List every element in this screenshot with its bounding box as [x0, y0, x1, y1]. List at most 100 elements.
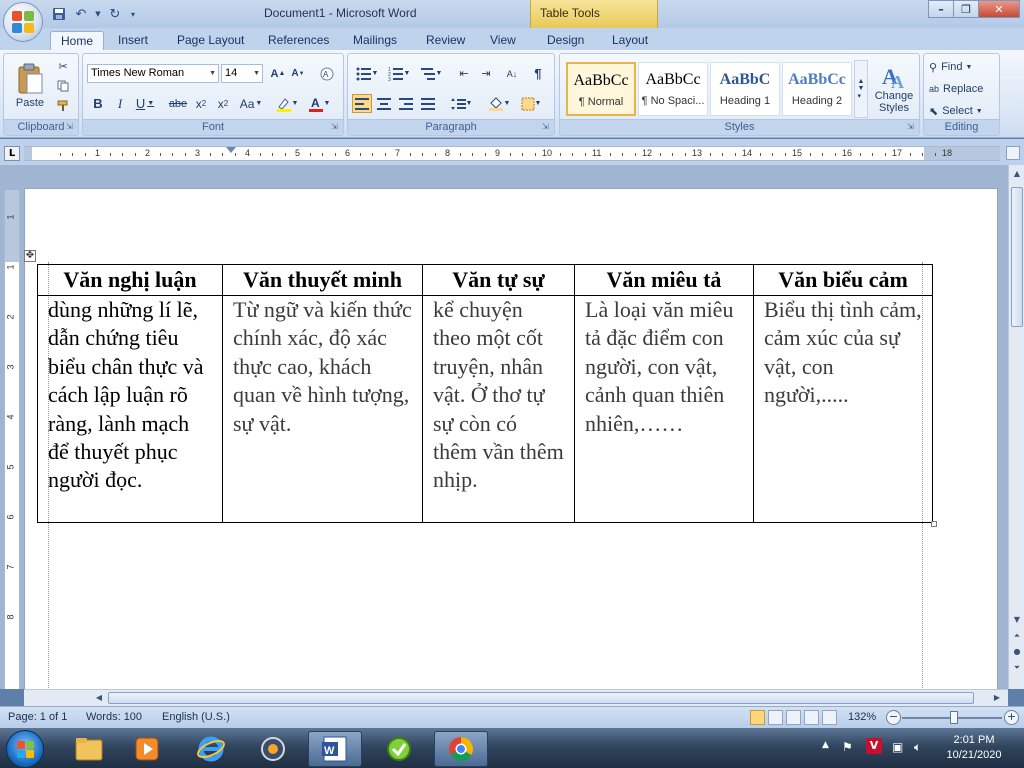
zoom-in-icon[interactable]: +: [1004, 710, 1019, 725]
customize-qat-icon[interactable]: ▾: [128, 5, 138, 23]
multilevel-list-button[interactable]: ▼: [416, 64, 446, 83]
table-header-cell[interactable]: Văn biểu cảm: [753, 264, 933, 296]
draft-view-icon[interactable]: [822, 710, 837, 725]
horizontal-scrollbar[interactable]: ◀ ▶: [24, 689, 1008, 706]
close-button[interactable]: ✕: [978, 0, 1020, 18]
italic-button[interactable]: I: [111, 94, 129, 113]
view-ruler-icon[interactable]: [1006, 146, 1020, 160]
change-case-button[interactable]: Aa ▼: [237, 94, 265, 113]
undo-dropdown-icon[interactable]: ▼: [94, 5, 102, 23]
start-button[interactable]: [6, 730, 44, 768]
justify-button[interactable]: [418, 94, 438, 113]
tab-stop-selector[interactable]: L: [4, 146, 20, 161]
scroll-up-icon[interactable]: ▲: [1011, 167, 1023, 181]
save-icon[interactable]: [50, 5, 68, 23]
shrink-font-icon[interactable]: A ▼: [289, 64, 307, 83]
network-icon[interactable]: ▣: [892, 740, 903, 754]
action-center-flag-icon[interactable]: ⚑: [842, 740, 853, 754]
scroll-right-icon[interactable]: ▶: [990, 691, 1004, 705]
style-heading-2[interactable]: AaBbCc Heading 2: [782, 62, 852, 116]
vertical-ruler[interactable]: 1 1 2 3 4 5 6 7 8: [4, 190, 20, 689]
show-formatting-marks-icon[interactable]: ¶: [528, 64, 548, 83]
zoom-out-icon[interactable]: −: [886, 710, 901, 725]
microsoft-word-icon[interactable]: W: [308, 731, 362, 767]
system-clock[interactable]: 2:01 PM 10/21/2020: [934, 733, 1014, 763]
volume-icon[interactable]: 🔈︎: [914, 740, 921, 755]
line-spacing-button[interactable]: ▼: [446, 94, 476, 113]
table-header-cell[interactable]: Văn miêu tả: [574, 264, 754, 296]
tab-references[interactable]: References: [268, 31, 329, 50]
decrease-indent-icon[interactable]: ⇤: [454, 64, 474, 83]
align-left-button[interactable]: [352, 94, 372, 113]
web-layout-view-icon[interactable]: [786, 710, 801, 725]
tab-design[interactable]: Design: [547, 31, 584, 50]
table-move-handle-icon[interactable]: ✥: [24, 250, 36, 262]
zoom-slider-thumb[interactable]: [950, 711, 958, 724]
font-name-combo[interactable]: Times New Roman ▼: [87, 64, 219, 83]
paragraph-dialog-launcher-icon[interactable]: ⇲: [542, 123, 551, 132]
sort-icon[interactable]: A↓: [502, 64, 522, 83]
styles-gallery-scroll[interactable]: ▲ ▼ ▾: [854, 60, 868, 118]
table-header-cell[interactable]: Văn tự sự: [422, 264, 575, 296]
style-heading-1[interactable]: AaBbC Heading 1: [710, 62, 780, 116]
table-header-cell[interactable]: Văn thuyết minh: [222, 264, 423, 296]
scroll-down-icon[interactable]: ▼: [1011, 613, 1023, 627]
tab-page-layout[interactable]: Page Layout: [177, 31, 244, 50]
clipboard-dialog-launcher-icon[interactable]: ⇲: [66, 123, 75, 132]
horizontal-ruler[interactable]: 1 2 3 4 5 6 7 8 9 10 11 12 13 14 15 16 17 18: [24, 146, 1000, 161]
increase-indent-icon[interactable]: ⇥: [476, 64, 496, 83]
font-color-button[interactable]: A ▼: [305, 94, 333, 113]
maximize-button[interactable]: ❐: [953, 0, 979, 18]
bold-button[interactable]: B: [89, 94, 107, 113]
font-dialog-launcher-icon[interactable]: ⇲: [331, 123, 340, 132]
tab-mailings[interactable]: Mailings: [353, 31, 397, 50]
internet-explorer-icon[interactable]: [184, 731, 238, 767]
show-hidden-icons-icon[interactable]: ▲: [822, 740, 829, 750]
table-cell[interactable]: Biểu thị tình cảm, cảm xúc của sự vật, c…: [753, 295, 933, 523]
cut-icon[interactable]: ✂: [54, 57, 72, 75]
chrome-icon[interactable]: [434, 731, 488, 767]
office-button[interactable]: [3, 2, 43, 42]
vertical-scroll-thumb[interactable]: [1011, 187, 1023, 327]
shading-button[interactable]: ▼: [484, 94, 514, 113]
select-browse-object-icon[interactable]: ●: [1011, 645, 1023, 659]
select-button[interactable]: ⬉ Select ▼: [928, 102, 996, 120]
word-count-status[interactable]: Words: 100: [86, 711, 142, 723]
numbering-button[interactable]: 1 2 3 ▼: [384, 64, 414, 83]
undo-icon[interactable]: ↶: [72, 5, 90, 23]
strikethrough-button[interactable]: abe: [167, 94, 189, 113]
font-size-combo[interactable]: 14 ▼: [221, 64, 263, 83]
align-center-button[interactable]: [374, 94, 394, 113]
align-right-button[interactable]: [396, 94, 416, 113]
zoom-level[interactable]: 132%: [848, 711, 876, 723]
table-header-cell[interactable]: Văn nghị luận: [37, 264, 223, 296]
previous-page-icon[interactable]: ⏶: [1011, 629, 1023, 643]
tab-layout[interactable]: Layout: [612, 31, 648, 50]
underline-button[interactable]: U ▼: [133, 94, 157, 113]
subscript-button[interactable]: x2: [191, 94, 211, 113]
borders-button[interactable]: ▼: [516, 94, 546, 113]
superscript-button[interactable]: x2: [213, 94, 233, 113]
copy-icon[interactable]: [54, 77, 72, 95]
print-layout-view-icon[interactable]: [750, 710, 765, 725]
table-cell[interactable]: Là loại văn miêu tả đặc điểm con người, …: [574, 295, 754, 523]
change-styles-button[interactable]: AA Change Styles: [870, 58, 918, 118]
table-cell[interactable]: Từ ngữ và kiến thức chính xác, độ xác th…: [222, 295, 423, 523]
replace-button[interactable]: ab Replace: [928, 80, 996, 98]
antivirus-tray-icon[interactable]: V: [866, 738, 882, 754]
scroll-left-icon[interactable]: ◀: [92, 691, 106, 705]
tab-insert[interactable]: Insert: [118, 31, 148, 50]
styles-dialog-launcher-icon[interactable]: ⇲: [907, 123, 916, 132]
grow-font-icon[interactable]: A ▲: [269, 64, 287, 83]
find-button[interactable]: ⚲ Find ▼: [928, 58, 996, 76]
paste-button[interactable]: Paste: [8, 56, 52, 116]
cleaner-app-icon[interactable]: [372, 731, 426, 767]
tab-view[interactable]: View: [490, 31, 516, 50]
vertical-scrollbar[interactable]: ▲ ▼ ⏶ ● ⏷: [1008, 165, 1024, 689]
language-status[interactable]: English (U.S.): [162, 711, 230, 723]
table-cell[interactable]: dùng những lí lẽ, dẫn chứng tiêu biểu ch…: [37, 295, 223, 523]
table-cell[interactable]: kể chuyện theo một cốt truyện, nhân vật.…: [422, 295, 575, 523]
outline-view-icon[interactable]: [804, 710, 819, 725]
style-no-spacing[interactable]: AaBbCc ¶ No Spaci...: [638, 62, 708, 116]
next-page-icon[interactable]: ⏷: [1011, 661, 1023, 675]
